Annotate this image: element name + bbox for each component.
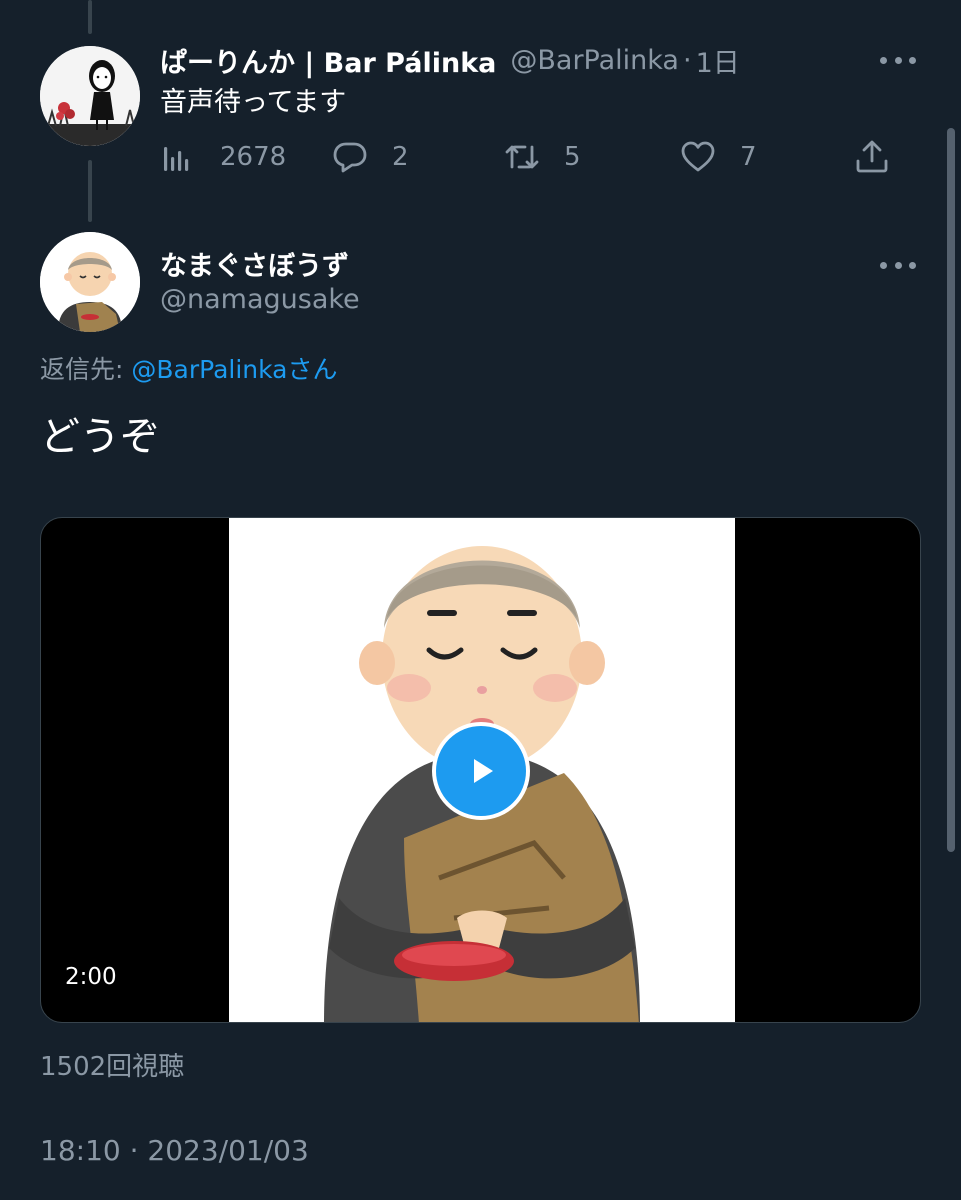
view-count: 1502回視聴	[40, 1052, 185, 1082]
tweet-text: 音声待ってます	[160, 87, 347, 118]
tweet-header: ぱーりんか | Bar Pálinka @BarPalinka · 1日	[160, 40, 740, 80]
scrollbar[interactable]	[947, 128, 955, 852]
thread-line	[88, 160, 92, 222]
views-icon	[160, 139, 196, 175]
separator: ·	[682, 44, 692, 76]
like-count: 7	[740, 142, 757, 172]
thread-line	[88, 0, 92, 34]
avatar-barpalinka[interactable]	[40, 46, 140, 146]
retweet-count: 5	[564, 142, 581, 172]
display-name[interactable]: なまぐさぼうず	[160, 244, 349, 283]
avatar-illustration	[40, 232, 140, 332]
reply-count: 2	[392, 142, 409, 172]
retweet-button[interactable]: 5	[504, 132, 581, 182]
reply-button[interactable]: 2	[332, 132, 409, 182]
more-icon[interactable]	[880, 250, 916, 280]
play-icon	[474, 759, 493, 783]
like-icon	[680, 139, 716, 175]
user-handle[interactable]: @namagusake	[160, 284, 360, 315]
tweet-timestamp[interactable]: 18:10 · 2023/01/03	[40, 1134, 309, 1167]
retweet-icon	[504, 139, 540, 175]
share-icon	[854, 139, 890, 175]
more-icon[interactable]	[880, 45, 916, 75]
avatar-illustration	[40, 46, 140, 146]
reply-icon	[332, 139, 368, 175]
share-button[interactable]	[854, 132, 890, 182]
tweet-actions: 2678 2 5 7	[160, 132, 900, 182]
screen: ぱーりんか | Bar Pálinka @BarPalinka · 1日 音声待…	[0, 0, 961, 1200]
user-handle[interactable]: @BarPalinka	[510, 45, 679, 76]
display-name[interactable]: ぱーりんか | Bar Pálinka	[160, 41, 496, 80]
reply-context: 返信先: @BarPalinkaさん	[40, 350, 338, 386]
video-duration: 2:00	[65, 964, 117, 990]
video-player[interactable]: 2:00	[40, 517, 921, 1023]
reply-to-mention[interactable]: @BarPalinka	[131, 355, 287, 384]
play-button[interactable]	[432, 722, 530, 820]
relative-time[interactable]: 1日	[696, 41, 740, 80]
reply-to-suffix: さん	[287, 355, 338, 384]
reply-to-prefix: 返信先:	[40, 355, 132, 384]
views-count: 2678	[220, 142, 287, 172]
like-button[interactable]: 7	[680, 132, 757, 182]
tweet-text: どうぞ	[40, 414, 160, 460]
avatar-namagusake[interactable]	[40, 232, 140, 332]
views-button[interactable]: 2678	[160, 132, 286, 182]
